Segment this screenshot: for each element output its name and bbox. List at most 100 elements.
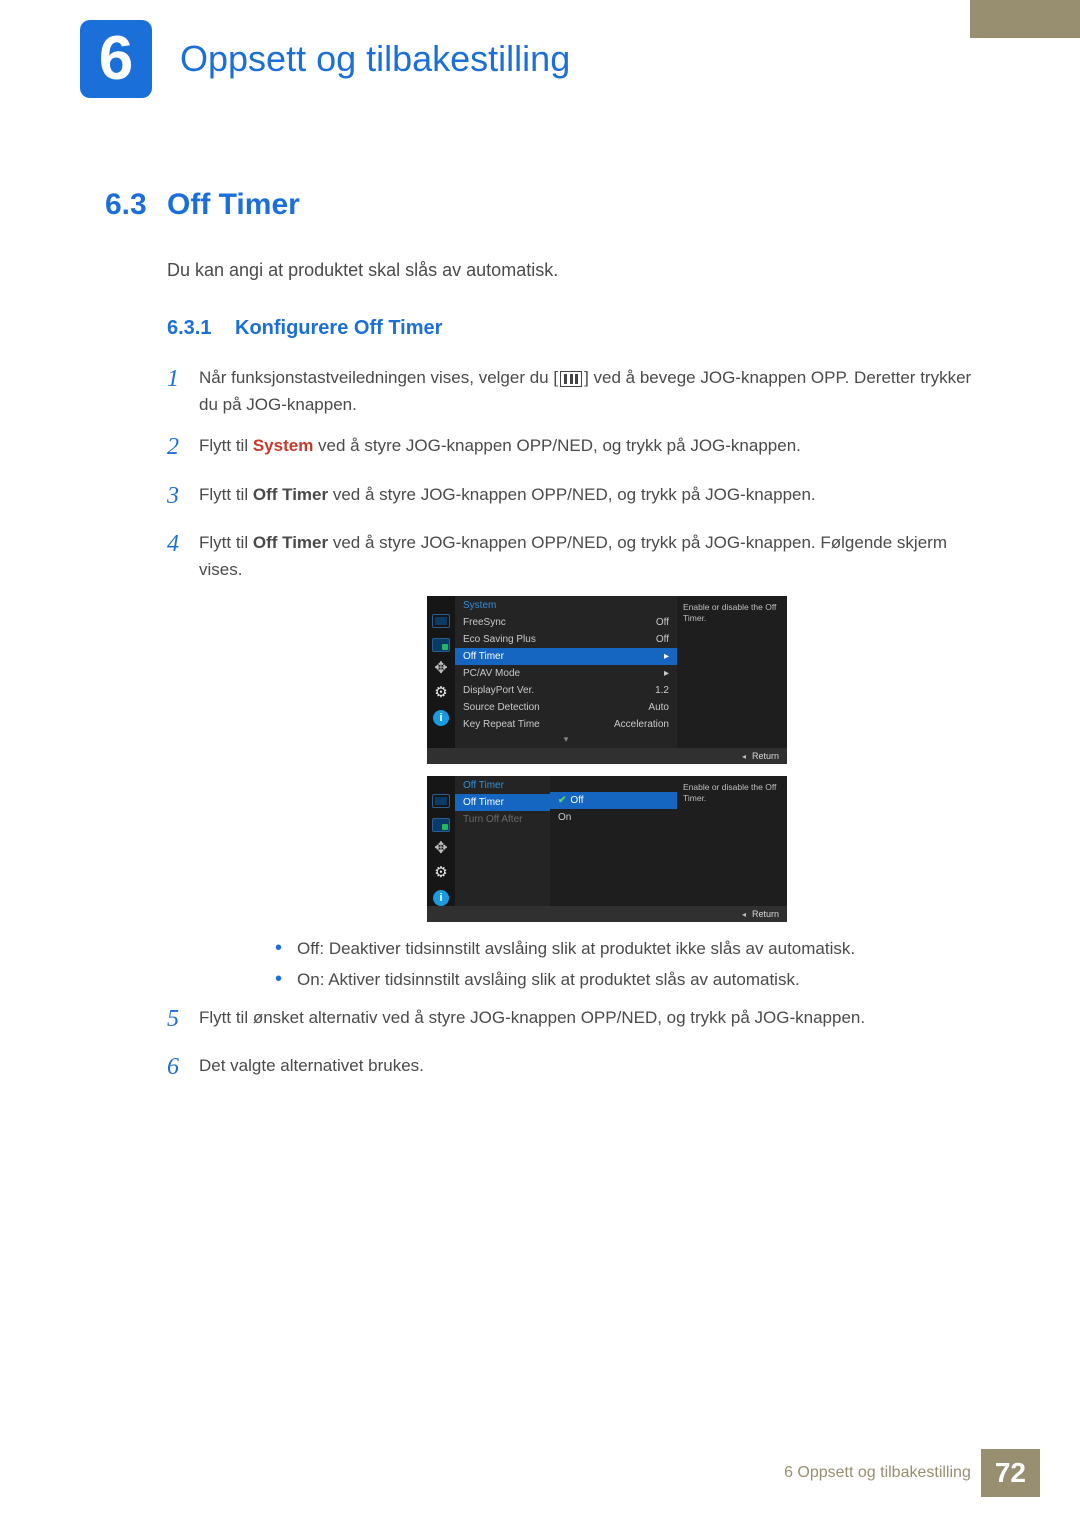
osd-footer: ◂ Return bbox=[427, 748, 787, 764]
arrows-icon: ✥ bbox=[432, 842, 450, 856]
subsection-heading: 6.3.1 Konfigurere Off Timer bbox=[167, 317, 980, 340]
osd-sub-turn-off-after: Turn Off After bbox=[455, 811, 550, 828]
step-4: 4 Flytt til Off Timer ved å styre JOG-kn… bbox=[167, 525, 980, 583]
step-number: 4 bbox=[167, 525, 199, 583]
osd-help-panel: Enable or disable the Off Timer. bbox=[677, 776, 787, 906]
bullet-text: : Aktiver tidsinnstilt avslåing slik at … bbox=[320, 970, 800, 989]
osd-option-list: ✔ Off On bbox=[550, 776, 677, 906]
step-text: Flytt til System ved å styre JOG-knappen… bbox=[199, 428, 980, 466]
check-icon: ✔ bbox=[558, 795, 566, 806]
osd-sub-off-timer: Off Timer bbox=[455, 794, 550, 811]
osd-row-value: Acceleration bbox=[614, 719, 669, 730]
chapter-number-badge: 6 bbox=[80, 20, 152, 98]
picture-icon bbox=[432, 638, 450, 652]
section-number: 6.3 bbox=[105, 188, 167, 222]
emphasis-off-timer: Off Timer bbox=[253, 485, 328, 504]
osd-submenu-list: Off Timer Off Timer Turn Off After bbox=[455, 776, 550, 906]
step-text-part: Flytt til bbox=[199, 485, 253, 504]
step-number: 5 bbox=[167, 1000, 199, 1038]
picture-icon bbox=[432, 818, 450, 832]
emphasis-system: System bbox=[253, 436, 313, 455]
option-descriptions: • Off: Deaktiver tidsinnstilt avslåing s… bbox=[275, 938, 980, 990]
back-triangle-icon: ◂ bbox=[742, 752, 746, 761]
step-text-part: Når funksjonstastveiledningen vises, vel… bbox=[199, 368, 558, 387]
step-3: 3 Flytt til Off Timer ved å styre JOG-kn… bbox=[167, 477, 980, 515]
page-footer: 6 Oppsett og tilbakestilling 72 bbox=[784, 1449, 1040, 1497]
footer-chapter-label: 6 Oppsett og tilbakestilling bbox=[784, 1464, 971, 1482]
osd-screenshot-off-timer: ✥ ⚙ i Off Timer Off Timer Turn Off After… bbox=[427, 776, 980, 922]
section-heading: 6.3 Off Timer bbox=[105, 188, 980, 222]
subsection-number: 6.3.1 bbox=[167, 317, 235, 340]
osd-row-value: Auto bbox=[648, 702, 669, 713]
osd-option-label: Off bbox=[570, 795, 583, 806]
bullet-on: • On: Aktiver tidsinnstilt avslåing slik… bbox=[275, 969, 980, 990]
osd-return-label: Return bbox=[752, 751, 779, 761]
top-right-stripe bbox=[970, 0, 1080, 38]
bullet-off: • Off: Deaktiver tidsinnstilt avslåing s… bbox=[275, 938, 980, 959]
osd-return-label: Return bbox=[752, 909, 779, 919]
gear-icon: ⚙ bbox=[432, 686, 450, 700]
step-number: 3 bbox=[167, 477, 199, 515]
osd-row-label: Key Repeat Time bbox=[463, 719, 540, 730]
osd-row-eco: Eco Saving Plus Off bbox=[455, 631, 677, 648]
osd-help-panel: Enable or disable the Off Timer. bbox=[677, 596, 787, 748]
osd-row-label: Source Detection bbox=[463, 702, 540, 713]
step-5: 5 Flytt til ønsket alternativ ved å styr… bbox=[167, 1000, 980, 1038]
osd-row-off-timer: Off Timer ▸ bbox=[455, 648, 677, 665]
osd-row-label: Eco Saving Plus bbox=[463, 634, 536, 645]
osd-row-value: ▸ bbox=[664, 668, 669, 679]
info-icon: i bbox=[433, 710, 449, 726]
osd-row-label: Turn Off After bbox=[463, 814, 522, 825]
section-title: Off Timer bbox=[167, 188, 300, 222]
back-triangle-icon: ◂ bbox=[742, 910, 746, 919]
osd-row-label: Off Timer bbox=[463, 797, 504, 808]
osd-sidebar-icons: ✥ ⚙ i bbox=[427, 776, 455, 906]
osd-option-on: On bbox=[550, 809, 677, 826]
osd-option-label: On bbox=[558, 812, 571, 823]
osd-row-source: Source Detection Auto bbox=[455, 699, 677, 716]
step-text-part: Flytt til bbox=[199, 436, 253, 455]
section-intro: Du kan angi at produktet skal slås av au… bbox=[167, 260, 980, 281]
step-text: Når funksjonstastveiledningen vises, vel… bbox=[199, 360, 980, 418]
gear-icon: ⚙ bbox=[432, 866, 450, 880]
osd-row-dp: DisplayPort Ver. 1.2 bbox=[455, 682, 677, 699]
osd-option-off: ✔ Off bbox=[550, 792, 677, 809]
osd-footer: ◂ Return bbox=[427, 906, 787, 922]
monitor-icon bbox=[432, 614, 450, 628]
osd-row-value: ▸ bbox=[664, 651, 669, 662]
osd-row-label: PC/AV Mode bbox=[463, 668, 520, 679]
osd-row-label: FreeSync bbox=[463, 617, 506, 628]
bullet-text: : Deaktiver tidsinnstilt avslåing slik a… bbox=[319, 939, 855, 958]
step-6: 6 Det valgte alternativet brukes. bbox=[167, 1048, 980, 1086]
osd-row-value: Off bbox=[656, 634, 669, 645]
step-1: 1 Når funksjonstastveiledningen vises, v… bbox=[167, 360, 980, 418]
step-text: Flytt til ønsket alternativ ved å styre … bbox=[199, 1000, 980, 1038]
osd-menu-header: System bbox=[455, 596, 677, 614]
step-text-part: ved å styre JOG-knappen OPP/NED, og tryk… bbox=[313, 436, 801, 455]
osd-row-label: Off Timer bbox=[463, 651, 504, 662]
bullet-label: Off bbox=[297, 939, 319, 958]
osd-row-pcav: PC/AV Mode ▸ bbox=[455, 665, 677, 682]
bullet-label: On bbox=[297, 970, 320, 989]
step-text-part: Flytt til bbox=[199, 533, 253, 552]
osd-sidebar-icons: ✥ ⚙ i bbox=[427, 596, 455, 748]
footer-page-number: 72 bbox=[981, 1449, 1040, 1497]
osd-down-arrow: ▾ bbox=[455, 733, 677, 748]
step-text: Flytt til Off Timer ved å styre JOG-knap… bbox=[199, 525, 980, 583]
osd-row-label: DisplayPort Ver. bbox=[463, 685, 534, 696]
chapter-title: Oppsett og tilbakestilling bbox=[180, 38, 570, 80]
step-number: 2 bbox=[167, 428, 199, 466]
osd-row-value: 1.2 bbox=[655, 685, 669, 696]
monitor-icon bbox=[432, 794, 450, 808]
osd-row-keyrepeat: Key Repeat Time Acceleration bbox=[455, 716, 677, 733]
steps-list: 1 Når funksjonstastveiledningen vises, v… bbox=[167, 360, 980, 1086]
osd-menu-list: System FreeSync Off Eco Saving Plus Off Of… bbox=[455, 596, 677, 748]
step-text: Det valgte alternativet brukes. bbox=[199, 1048, 980, 1086]
bullet-icon: • bbox=[275, 938, 297, 958]
bullet-icon: • bbox=[275, 969, 297, 989]
chapter-header: 6 Oppsett og tilbakestilling bbox=[0, 0, 1080, 98]
arrows-icon: ✥ bbox=[432, 662, 450, 676]
step-text-part: ved å styre JOG-knappen OPP/NED, og tryk… bbox=[328, 485, 816, 504]
step-number: 1 bbox=[167, 360, 199, 418]
step-2: 2 Flytt til System ved å styre JOG-knapp… bbox=[167, 428, 980, 466]
